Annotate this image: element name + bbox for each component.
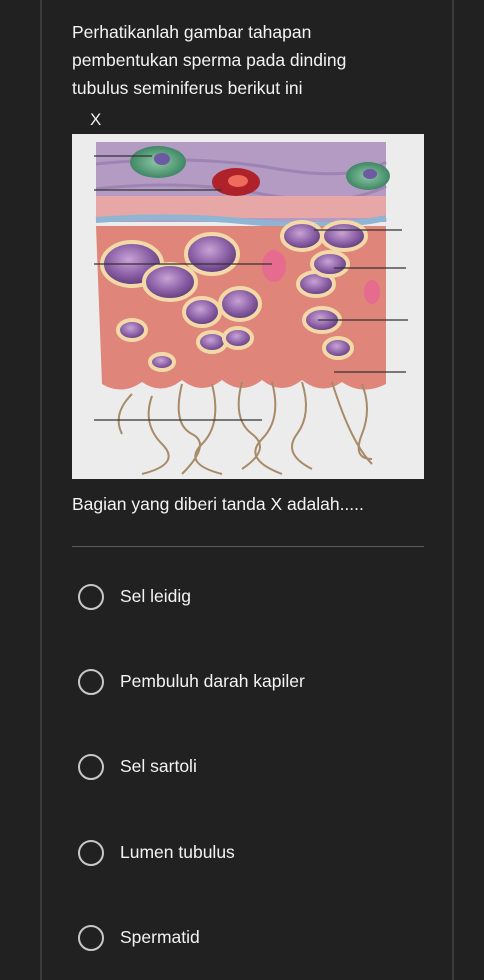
option-sel-leidig[interactable]: Sel leidig bbox=[78, 584, 418, 614]
question-text: Perhatikanlah gambar tahapan pembentukan… bbox=[72, 22, 347, 98]
radio-circle-icon[interactable] bbox=[78, 925, 104, 951]
option-label: Sel leidig bbox=[120, 586, 192, 606]
radio-circle-icon[interactable] bbox=[78, 754, 104, 780]
marker-x-label: X bbox=[90, 110, 102, 129]
divider bbox=[72, 546, 424, 547]
option-label: Spermatid bbox=[120, 927, 200, 947]
option-pembuluh-darah-kapiler[interactable]: Pembuluh darah kapiler bbox=[78, 669, 418, 699]
option-lumen-tubulus[interactable]: Lumen tubulus bbox=[78, 840, 418, 870]
seminiferous-tubule-illustration bbox=[94, 142, 408, 475]
tubule-figure bbox=[72, 134, 424, 479]
radio-circle-icon[interactable] bbox=[78, 584, 104, 610]
prompt-text: Bagian yang diberi tanda X adalah..... bbox=[72, 494, 364, 514]
option-label: Lumen tubulus bbox=[120, 842, 235, 862]
option-label: Sel sartoli bbox=[120, 756, 197, 776]
option-sel-sartoli[interactable]: Sel sartoli bbox=[78, 754, 418, 784]
radio-circle-icon[interactable] bbox=[78, 840, 104, 866]
option-label: Pembuluh darah kapiler bbox=[120, 671, 305, 691]
option-spermatid[interactable]: Spermatid bbox=[78, 925, 418, 955]
left-border bbox=[40, 0, 42, 980]
right-border bbox=[452, 0, 454, 980]
radio-circle-icon[interactable] bbox=[78, 669, 104, 695]
